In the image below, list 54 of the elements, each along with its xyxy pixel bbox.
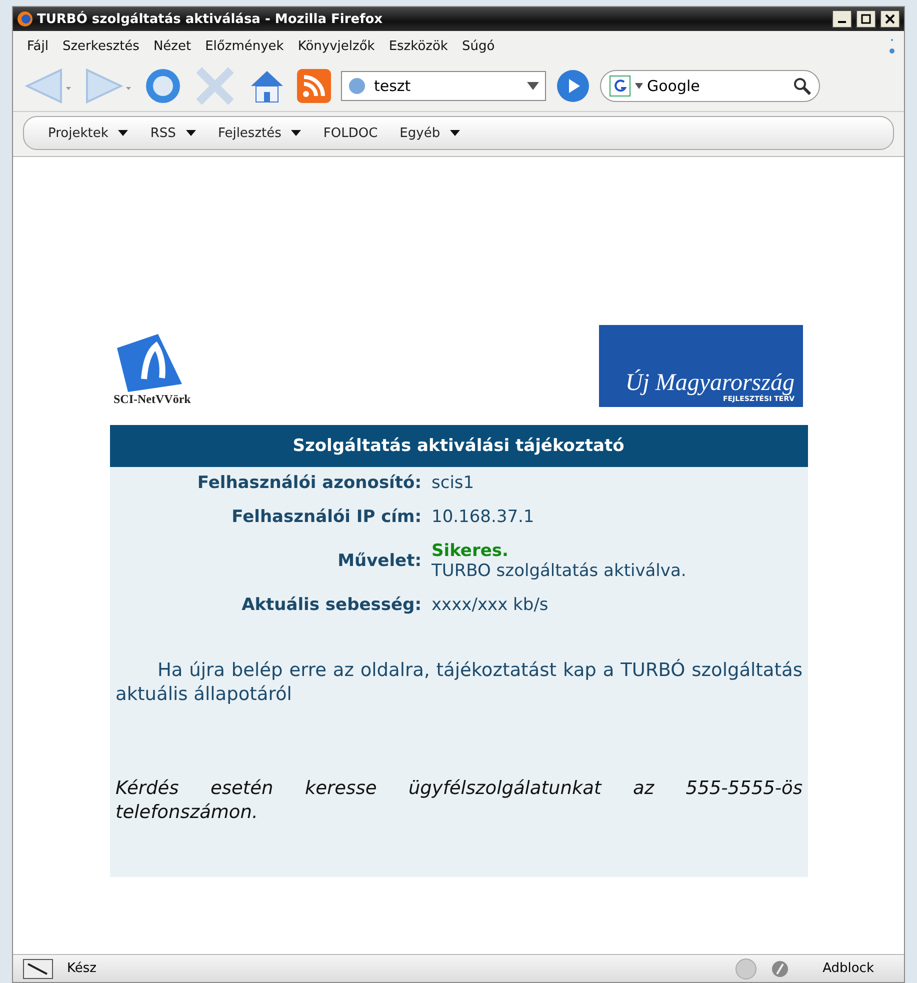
- globe-icon: [17, 11, 33, 27]
- contact-paragraph: Kérdés esetén keresse ügyfélszolgálatunkat az 555-5555-ös telefonszámon.: [116, 777, 802, 826]
- close-icon: [885, 14, 895, 24]
- addon-label[interactable]: Adblock: [802, 961, 894, 976]
- panel-title: Szolgáltatás aktiválási tájékoztató: [110, 425, 808, 467]
- field-value: TURBO szolgáltatás aktiválva.: [432, 561, 688, 581]
- menu-item[interactable]: Könyvjelzők: [292, 38, 383, 54]
- bookmark-folder[interactable]: Fejlesztés: [218, 126, 282, 140]
- pen-icon: [23, 958, 53, 978]
- menu-item[interactable]: Szerkesztés: [56, 38, 148, 54]
- circle-icon: [734, 958, 757, 980]
- field-label: Aktuális sebesség:: [240, 595, 422, 615]
- search-icon[interactable]: [793, 77, 811, 95]
- bookmark-folder[interactable]: Projektek: [48, 126, 108, 140]
- window-title: TURBÓ szolgáltatás aktiválása - Mozilla Firefox: [37, 12, 384, 26]
- rss-icon[interactable]: [297, 69, 331, 103]
- blocked-icon: [770, 960, 789, 978]
- field-value: 10.168.37.1: [432, 507, 536, 527]
- caret-icon[interactable]: [527, 82, 539, 90]
- address-field[interactable]: teszt: [341, 71, 546, 101]
- menu-item[interactable]: Eszközök: [382, 38, 456, 54]
- field-label: Felhasználói IP cím:: [230, 507, 422, 527]
- menu-item[interactable]: Súgó: [456, 38, 503, 54]
- caret-icon: [450, 130, 460, 136]
- maximize-icon: [861, 14, 871, 24]
- minimize-icon: [838, 21, 846, 23]
- caret-icon: [635, 83, 643, 89]
- go-icon[interactable]: [556, 69, 590, 103]
- logo-title: Új Magyarország: [625, 371, 794, 395]
- menu-item[interactable]: Előzmények: [199, 38, 292, 54]
- menu-item[interactable]: Nézet: [147, 38, 200, 54]
- field-label: Felhasználói azonosító:: [196, 473, 422, 493]
- info-paragraph: Ha újra belép erre az oldalra, tájékoztatást kap a TURBÓ szolgáltatás aktuális állapotáról: [116, 659, 802, 708]
- bookmark-folder[interactable]: Egyéb: [400, 126, 440, 140]
- field-value: xxxx/xxx kb/s: [432, 595, 550, 615]
- bookmark-folder[interactable]: FOLDOC: [323, 126, 378, 140]
- maximize-button[interactable]: [856, 10, 876, 28]
- google-icon: [609, 75, 631, 97]
- caret-icon: [118, 130, 128, 136]
- minimize-button[interactable]: [832, 10, 852, 28]
- throbber-icon: [888, 36, 896, 56]
- logo-text: SCI-NetVVörk: [114, 392, 191, 407]
- reload-icon[interactable]: [143, 66, 183, 106]
- field-label: Művelet:: [336, 551, 422, 571]
- status-text: Sikeres.: [432, 541, 510, 561]
- globe-icon: [348, 77, 366, 95]
- caret-icon: [186, 130, 196, 136]
- close-button[interactable]: [880, 10, 900, 28]
- search-field[interactable]: Google: [600, 70, 820, 102]
- menu-item[interactable]: Fájl: [21, 38, 56, 54]
- bookmark-folder[interactable]: RSS: [150, 126, 176, 140]
- caret-icon: [291, 130, 302, 136]
- status-text: Kész: [67, 961, 98, 976]
- field-value: scis1: [432, 473, 476, 493]
